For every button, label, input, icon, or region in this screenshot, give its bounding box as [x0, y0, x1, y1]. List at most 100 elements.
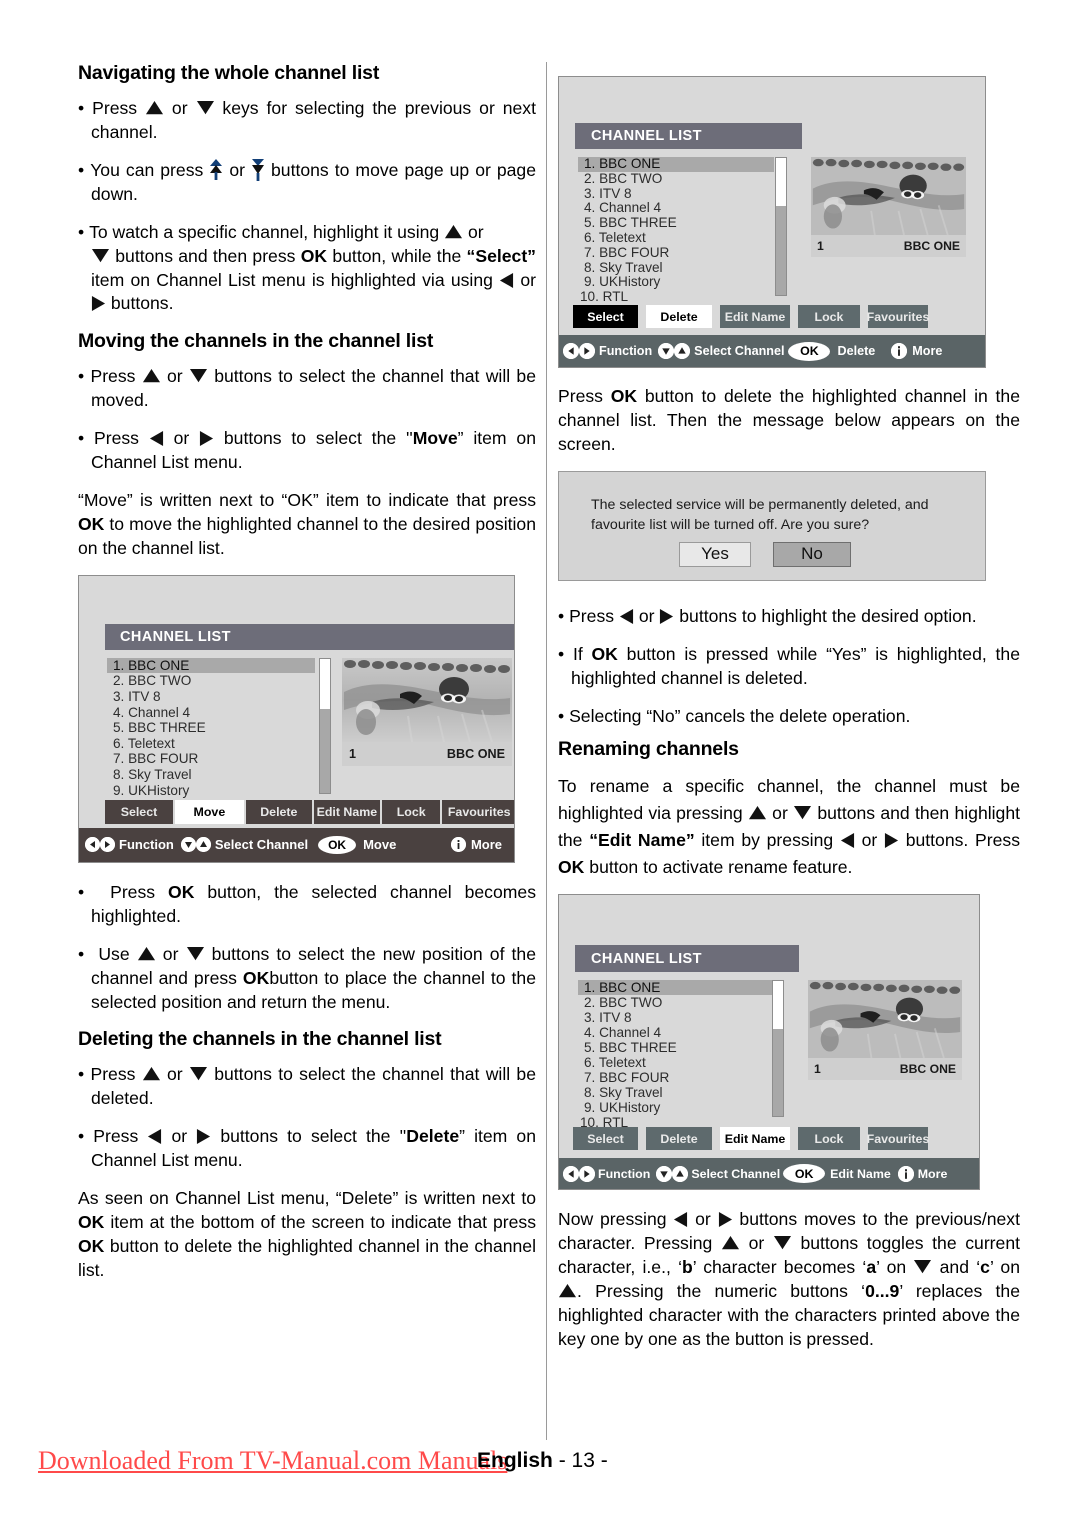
osd-button-edit-name[interactable]: Edit Name: [313, 799, 380, 824]
list-item[interactable]: 5. BBC THREE: [578, 215, 774, 231]
list-item[interactable]: 3. ITV 8: [578, 1010, 772, 1025]
osd-button-delete[interactable]: Delete: [245, 799, 312, 824]
download-watermark: Downloaded From TV-Manual.com Manuals: [38, 1446, 508, 1475]
edit-name-keyword: “Edit Name”: [589, 829, 695, 850]
osd-button-lock[interactable]: Lock: [798, 1127, 860, 1151]
list-item: Selecting “No” cancels the delete operat…: [558, 705, 1020, 729]
list-item[interactable]: 6. Teletext: [107, 736, 315, 752]
osd-button-select[interactable]: Select: [573, 1127, 638, 1151]
char-b-keyword: b: [681, 1257, 693, 1278]
delete-keyword: Delete: [406, 1126, 460, 1147]
list-item[interactable]: 4. Channel 4: [107, 705, 315, 721]
osd-button-lock[interactable]: Lock: [798, 305, 860, 328]
page-footer: Downloaded From TV-Manual.com Manuals En…: [0, 1440, 1080, 1500]
arrow-left-icon: [619, 608, 634, 625]
page-up-icon: [209, 158, 223, 180]
osd-button-delete[interactable]: Delete: [646, 305, 712, 328]
dialog-no-button[interactable]: No: [773, 541, 851, 567]
list-item: Press or buttons to select the channel t…: [78, 365, 536, 413]
list-item[interactable]: 8. Sky Travel: [578, 1085, 772, 1100]
ok-keyword: OK: [242, 967, 270, 988]
arrow-right-icon: [91, 295, 106, 312]
list-item[interactable]: 7. BBC FOUR: [578, 245, 774, 261]
paragraph-text-part: Press: [558, 386, 611, 406]
heading-renaming-channels: Renaming channels: [558, 738, 739, 761]
column-divider: [546, 62, 547, 1440]
list-item[interactable]: 4. Channel 4: [578, 1025, 772, 1040]
preview-channel-name: BBC ONE: [899, 1062, 956, 1077]
list-item[interactable]: 9. UKHistory: [578, 275, 774, 290]
paragraph-text-part: ’ character becomes ‘: [692, 1257, 867, 1278]
osd-button-edit-name[interactable]: Edit Name: [720, 1127, 790, 1151]
list-item[interactable]: 6. Teletext: [578, 230, 774, 246]
screenshot-channel-list-edit-name: CHANNEL LIST 1. BBC ONE 2. BBC TWO 3. IT…: [558, 894, 980, 1191]
scrollbar[interactable]: [772, 980, 784, 1118]
osd-button-delete[interactable]: Delete: [646, 1127, 712, 1151]
list-item[interactable]: 8. Sky Travel: [578, 260, 774, 276]
list-item[interactable]: 8. Sky Travel: [107, 767, 315, 783]
list-item[interactable]: 4. Channel 4: [578, 201, 774, 216]
rename-after-paragraph: Now pressing or buttons moves to the pre…: [558, 1208, 1020, 1352]
osd-button-favourites[interactable]: Favourites: [442, 799, 514, 824]
osd-button-move[interactable]: Move: [174, 799, 244, 824]
heading-deleting-channels: Deleting the channels in the channel lis…: [78, 1028, 442, 1051]
list-item[interactable]: 10. RTL: [578, 289, 774, 305]
list-item[interactable]: 1. BBC ONE: [578, 980, 772, 996]
list-item[interactable]: 1. BBC ONE: [107, 657, 315, 674]
paragraph-text-part: Now pressing: [558, 1209, 674, 1230]
move-after-bullet-list: Press OK button, the selected channel be…: [78, 881, 536, 1015]
scrollbar[interactable]: [319, 657, 331, 794]
scrollbar[interactable]: [775, 157, 787, 296]
scrollbar-thumb[interactable]: [320, 658, 330, 709]
paragraph-text-part: or: [766, 803, 794, 824]
bullet-text-part: Use: [91, 943, 137, 964]
list-item[interactable]: 2. BBC TWO: [578, 995, 772, 1010]
arrow-right-icon: [196, 1128, 211, 1145]
language-label: English: [477, 1449, 553, 1472]
osd-button-select[interactable]: Select: [573, 305, 638, 328]
dialog-message-line2: favourite list will be turned off. Are y…: [591, 517, 870, 534]
osd-button-favourites[interactable]: Favourites: [867, 1127, 929, 1151]
channel-preview: 1 BBC ONE: [342, 657, 512, 766]
arrow-down-icon: [189, 1066, 208, 1081]
arrow-left-icon: [840, 832, 855, 849]
bullet-text-part: Press: [569, 605, 619, 626]
dialog-yes-button[interactable]: Yes: [679, 541, 751, 567]
list-item[interactable]: 3. ITV 8: [107, 689, 315, 705]
hint-more-label: More: [912, 344, 943, 358]
list-item[interactable]: 2. BBC TWO: [107, 673, 315, 689]
paragraph-text-part: “Move” is written next to “OK” item to i…: [78, 490, 536, 511]
bullet-text-part: button, while the: [327, 245, 467, 266]
paragraph-text-part: button to activate rename feature.: [584, 856, 853, 877]
list-item[interactable]: 5. BBC THREE: [578, 1040, 772, 1055]
preview-channel-number: 1: [349, 746, 357, 761]
list-item: Press or keys for selecting the previous…: [78, 97, 536, 145]
ok-keyword: OK: [558, 856, 585, 877]
ok-pill: OK: [788, 341, 831, 361]
list-item[interactable]: 1. BBC ONE: [578, 156, 774, 172]
list-item[interactable]: 7. BBC FOUR: [107, 751, 315, 767]
list-item[interactable]: 9. UKHistory: [107, 783, 315, 799]
list-item[interactable]: 3. ITV 8: [578, 186, 774, 202]
list-item[interactable]: 9. UKHistory: [578, 1100, 772, 1115]
osd-button-select[interactable]: Select: [105, 799, 173, 824]
list-item[interactable]: 2. BBC TWO: [578, 171, 774, 187]
arrow-left-icon: [499, 272, 514, 289]
scrollbar-thumb[interactable]: [776, 158, 786, 206]
arrow-down-icon: [189, 368, 208, 383]
osd-button-edit-name[interactable]: Edit Name: [720, 305, 790, 328]
list-item: To watch a specific channel, highlight i…: [78, 221, 536, 317]
paragraph-text-part: button to delete the highlighted channel…: [78, 1235, 536, 1280]
osd-button-favourites[interactable]: Favourites: [867, 305, 929, 328]
scrollbar-thumb[interactable]: [773, 981, 783, 1030]
left-column: Navigating the whole channel list Press …: [78, 62, 536, 1295]
list-item[interactable]: 7. BBC FOUR: [578, 1070, 772, 1085]
arrow-up-circle-icon: [674, 343, 691, 359]
osd-button-lock[interactable]: Lock: [381, 799, 441, 824]
osd-channel-list: 1. BBC ONE 2. BBC TWO 3. ITV 8 4. Channe…: [578, 980, 772, 1130]
osd-hint-bar: Function Select Channel OK Delete More: [559, 335, 985, 367]
bullet-text-part: item on Channel List menu is highlighted…: [91, 269, 500, 290]
preview-image: [811, 157, 966, 235]
list-item[interactable]: 5. BBC THREE: [107, 720, 315, 736]
list-item[interactable]: 6. Teletext: [578, 1055, 772, 1070]
